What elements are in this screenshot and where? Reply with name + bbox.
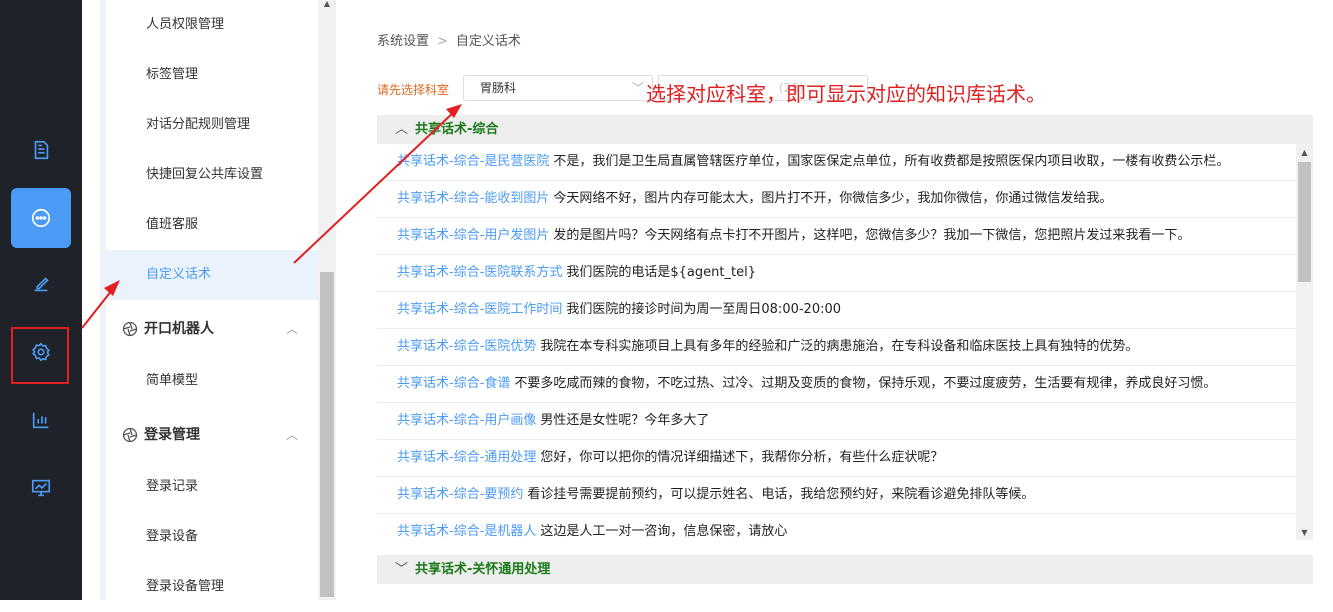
script-body: 男性还是女性呢？今年多大了 bbox=[540, 413, 710, 428]
list-item[interactable]: 共享话术-综合-医院联系方式 我们医院的电话是${agent_tel} bbox=[377, 255, 1298, 292]
chevron-right-icon: > bbox=[437, 34, 448, 49]
list-item[interactable]: 共享话术-综合-是民营医院 不是，我们是卫生局直属管辖医疗单位，国家医保定点单位，… bbox=[377, 144, 1298, 181]
script-body: 您好，你可以把你的情况详细描述下，我帮你分析，有些什么症状呢？ bbox=[540, 450, 944, 465]
scroll-up-arrow-icon[interactable]: ▲ bbox=[1296, 146, 1313, 160]
script-title[interactable]: 共享话术-综合-食谱 bbox=[397, 376, 510, 391]
script-title[interactable]: 共享话术-综合-是机器人 bbox=[397, 524, 536, 539]
script-body: 发的是图片吗？今天网络有点卡打不开图片，这样吧，您微信多少？我加一下微信，您把照… bbox=[553, 228, 1191, 243]
script-body: 这边是人工一对一咨询，信息保密，请放心 bbox=[540, 524, 788, 539]
settings-highlight-box bbox=[11, 327, 69, 384]
script-title[interactable]: 共享话术-综合-通用处理 bbox=[397, 450, 536, 465]
script-title[interactable]: 共享话术-综合-医院联系方式 bbox=[397, 265, 562, 280]
menu-item-quick-reply[interactable]: 快捷回复公共库设置 bbox=[106, 150, 318, 200]
list-item[interactable]: 共享话术-综合-用户画像 男性还是女性呢？今年多大了 bbox=[377, 403, 1298, 440]
list-scrollbar-thumb[interactable] bbox=[1298, 162, 1311, 282]
script-title[interactable]: 共享话术-综合-要预约 bbox=[397, 487, 523, 502]
script-body: 我们医院的接诊时间为周一至周日08:00-20:00 bbox=[566, 302, 842, 317]
script-title[interactable]: 共享话术-综合-能收到图片 bbox=[397, 191, 549, 206]
monitor-chart-icon[interactable] bbox=[11, 458, 71, 518]
script-body: 看诊挂号需要提前预约，可以提示姓名、电话，我给您预约好，来院看诊避免排队等候。 bbox=[527, 487, 1035, 502]
menu-group-login[interactable]: 登录管理 ︿ bbox=[106, 410, 318, 460]
script-body: 不是，我们是卫生局直属管辖医疗单位，国家医保定点单位，所有收费都是按照医保内项目… bbox=[553, 154, 1230, 169]
department-label: 请先选择科室 bbox=[377, 83, 450, 97]
breadcrumb: 系统设置 > 自定义话术 bbox=[377, 30, 521, 49]
scroll-up-arrow-icon[interactable]: ▲ bbox=[318, 0, 336, 8]
list-item[interactable]: 共享话术-综合-通用处理 您好，你可以把你的情况详细描述下，我帮你分析，有些什么症… bbox=[377, 440, 1298, 477]
menu-group-robot[interactable]: 开口机器人 ︿ bbox=[106, 304, 318, 354]
script-body: 我们医院的电话是${agent_tel} bbox=[566, 265, 756, 280]
script-body: 不要多吃咸而辣的食物，不吃过热、过冷、过期及变质的食物，保持乐观，不要过度疲劳，… bbox=[514, 376, 1217, 391]
chevron-down-icon: ﹀ bbox=[395, 562, 409, 577]
menu-group-login-label: 登录管理 bbox=[144, 427, 200, 443]
chevron-up-icon: ︿ bbox=[285, 428, 298, 442]
script-title[interactable]: 共享话术-综合-用户发图片 bbox=[397, 228, 549, 243]
section-title: 共享话术-关怀通用处理 bbox=[415, 562, 551, 577]
menu-item-login-device-mgmt[interactable]: 登录设备管理 bbox=[106, 562, 318, 612]
script-title[interactable]: 共享话术-综合-医院优势 bbox=[397, 339, 536, 354]
list-item[interactable]: 共享话术-综合-是机器人 这边是人工一对一咨询，信息保密，请放心 bbox=[377, 514, 1298, 540]
chat-icon[interactable] bbox=[11, 188, 71, 248]
settings-menu: 人员权限管理 标签管理 对话分配规则管理 快捷回复公共库设置 值班客服 自定义话… bbox=[106, 0, 318, 600]
script-body: 我院在本专科实施项目上具有多年的经验和广泛的病患施治，在专科设备和临床医技上具有… bbox=[540, 339, 1139, 354]
list-item[interactable]: 共享话术-综合-用户发图片 发的是图片吗？今天网络有点卡打不开图片，这样吧，您微信… bbox=[377, 218, 1298, 255]
scroll-down-arrow-icon[interactable]: ▼ bbox=[1296, 526, 1313, 540]
department-select-value: 胃肠科 bbox=[480, 81, 517, 95]
script-title[interactable]: 共享话术-综合-用户画像 bbox=[397, 413, 536, 428]
department-select[interactable]: 胃肠科 ﹀ bbox=[463, 75, 653, 101]
list-item[interactable]: 共享话术-综合-医院工作时间 我们医院的接诊时间为周一至周日08:00-20:00 bbox=[377, 292, 1298, 329]
menu-item-dialog-rules[interactable]: 对话分配规则管理 bbox=[106, 100, 318, 150]
bar-chart-icon[interactable] bbox=[11, 390, 71, 450]
script-title[interactable]: 共享话术-综合-医院工作时间 bbox=[397, 302, 562, 317]
main-content: 系统设置 > 自定义话术 请先选择科室 胃肠科 ﹀ (28) 选择对应科室，即可显示… bbox=[336, 0, 1333, 600]
aperture-icon bbox=[122, 427, 138, 443]
menu-item-simple-model[interactable]: 简单模型 bbox=[106, 356, 318, 406]
menu-item-login-records[interactable]: 登录记录 bbox=[106, 462, 318, 512]
menu-item-staff-permissions[interactable]: 人员权限管理 bbox=[106, 0, 318, 50]
script-list: 共享话术-综合-是民营医院 不是，我们是卫生局直属管辖医疗单位，国家医保定点单位，… bbox=[377, 144, 1298, 540]
annotation-text: 选择对应科室，即可显示对应的知识库话术。 bbox=[646, 82, 1046, 106]
list-item[interactable]: 共享话术-综合-医院优势 我院在本专科实施项目上具有多年的经验和广泛的病患施治，在… bbox=[377, 329, 1298, 366]
list-item[interactable]: 共享话术-综合-食谱 不要多吃咸而辣的食物，不吃过热、过冷、过期及变质的食物，保持… bbox=[377, 366, 1298, 403]
chevron-down-icon: ﹀ bbox=[631, 81, 644, 95]
edit-icon[interactable] bbox=[11, 254, 71, 314]
section-header-general[interactable]: ︿ 共享话术-综合 bbox=[377, 115, 1313, 144]
menu-item-custom-scripts[interactable]: 自定义话术 bbox=[106, 250, 318, 300]
breadcrumb-parent[interactable]: 系统设置 bbox=[377, 34, 429, 49]
menu-scrollbar-thumb[interactable] bbox=[320, 272, 334, 597]
menu-group-robot-label: 开口机器人 bbox=[144, 321, 214, 337]
icon-rail bbox=[0, 0, 82, 600]
aperture-icon bbox=[122, 321, 138, 337]
section-header-care[interactable]: ﹀ 共享话术-关怀通用处理 bbox=[377, 555, 1313, 584]
chevron-up-icon: ︿ bbox=[395, 122, 409, 137]
list-item[interactable]: 共享话术-综合-能收到图片 今天网络不好，图片内存可能太大，图片打不开，你微信多少… bbox=[377, 181, 1298, 218]
menu-item-login-devices[interactable]: 登录设备 bbox=[106, 512, 318, 562]
script-title[interactable]: 共享话术-综合-是民营医院 bbox=[397, 154, 549, 169]
section-title: 共享话术-综合 bbox=[415, 122, 499, 137]
chevron-up-icon: ︿ bbox=[285, 322, 298, 336]
list-item[interactable]: 共享话术-综合-要预约 看诊挂号需要提前预约，可以提示姓名、电话，我给您预约好，来… bbox=[377, 477, 1298, 514]
menu-item-on-duty[interactable]: 值班客服 bbox=[106, 200, 318, 250]
script-body: 今天网络不好，图片内存可能太大，图片打不开，你微信多少，我加你微信，你通过微信发… bbox=[553, 191, 1113, 206]
menu-item-tags[interactable]: 标签管理 bbox=[106, 50, 318, 100]
breadcrumb-current: 自定义话术 bbox=[455, 34, 521, 49]
document-icon[interactable] bbox=[11, 120, 71, 180]
